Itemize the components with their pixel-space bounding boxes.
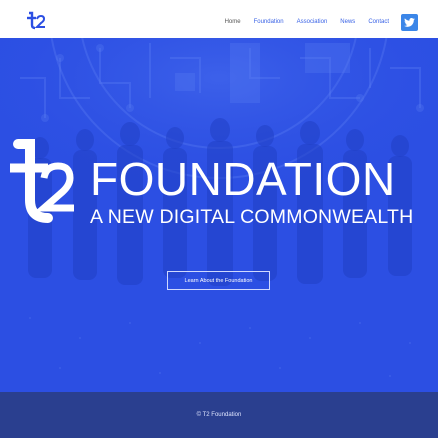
site-header: Home Foundation Association News Contact	[0, 0, 438, 38]
hero-section: FOUNDATION A NEW DIGITAL COMMONWEALTH Le…	[0, 38, 438, 392]
nav-association[interactable]: Association	[297, 12, 328, 32]
hero-title: FOUNDATION	[90, 153, 396, 205]
nav-foundation[interactable]: Foundation	[254, 12, 284, 32]
learn-about-foundation-button[interactable]: Learn About the Foundation	[167, 271, 270, 290]
t2-logo-large-icon	[10, 139, 74, 223]
nav-home[interactable]: Home	[225, 12, 241, 32]
main-nav: Home Foundation Association News Contact	[212, 12, 418, 32]
twitter-button[interactable]	[401, 13, 418, 31]
site-footer: © T2 Foundation	[0, 392, 438, 438]
t2-logo-icon[interactable]	[26, 10, 46, 30]
twitter-icon	[404, 17, 415, 27]
nav-news[interactable]: News	[340, 12, 355, 32]
copyright-text: © T2 Foundation	[196, 412, 242, 418]
nav-contact[interactable]: Contact	[368, 12, 389, 32]
hero-subtitle: A NEW DIGITAL COMMONWEALTH	[90, 206, 414, 228]
